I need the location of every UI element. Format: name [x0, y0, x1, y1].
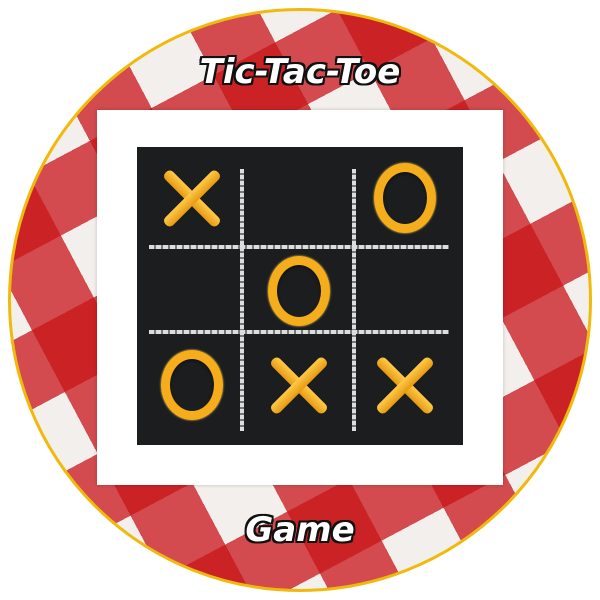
o-mark-icon [268, 256, 330, 326]
board-cell-1-0[interactable] [142, 245, 242, 337]
game-title: Tic-Tac-Toe [199, 52, 401, 92]
x-mark-icon [266, 352, 332, 418]
board-cell-1-2[interactable] [355, 245, 455, 337]
tic-tac-toe-board[interactable] [137, 147, 463, 445]
board-cell-2-1[interactable] [249, 339, 349, 431]
o-mark-icon [161, 350, 223, 420]
board-cell-0-1[interactable] [249, 152, 349, 244]
game-subtitle: Game [245, 510, 355, 550]
x-mark-icon [159, 165, 225, 231]
board-cell-1-1[interactable] [249, 245, 349, 337]
board-cell-2-0[interactable] [142, 339, 242, 431]
o-mark-icon [374, 163, 436, 233]
x-mark-icon [372, 352, 438, 418]
board-cell-2-2[interactable] [355, 339, 455, 431]
board-cell-0-2[interactable] [355, 152, 455, 244]
board-frame [97, 110, 503, 485]
board-cell-0-0[interactable] [142, 152, 242, 244]
